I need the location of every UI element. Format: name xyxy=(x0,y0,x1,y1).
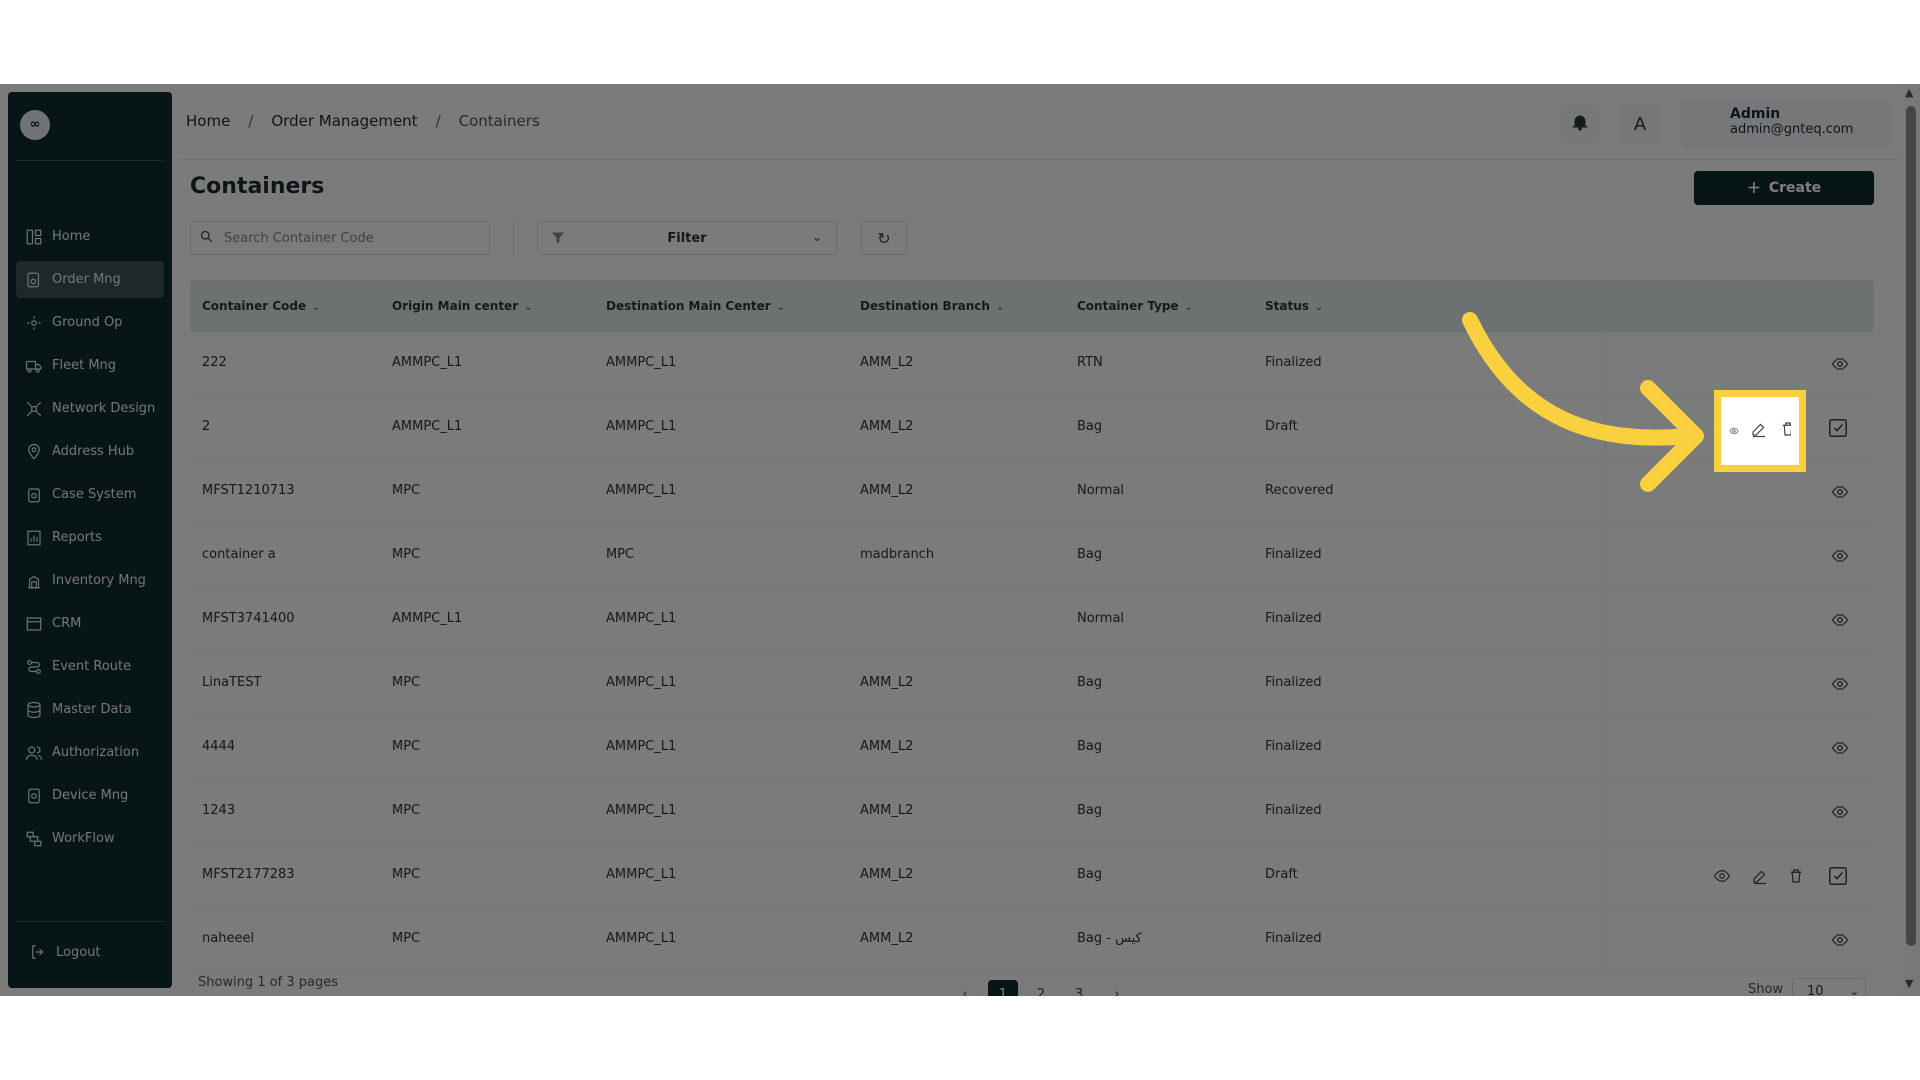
tutorial-arrow-icon xyxy=(1462,312,1704,492)
app-frame: ∞ HomeOrder MngGround OpFleet MngNetwork… xyxy=(0,84,1920,996)
